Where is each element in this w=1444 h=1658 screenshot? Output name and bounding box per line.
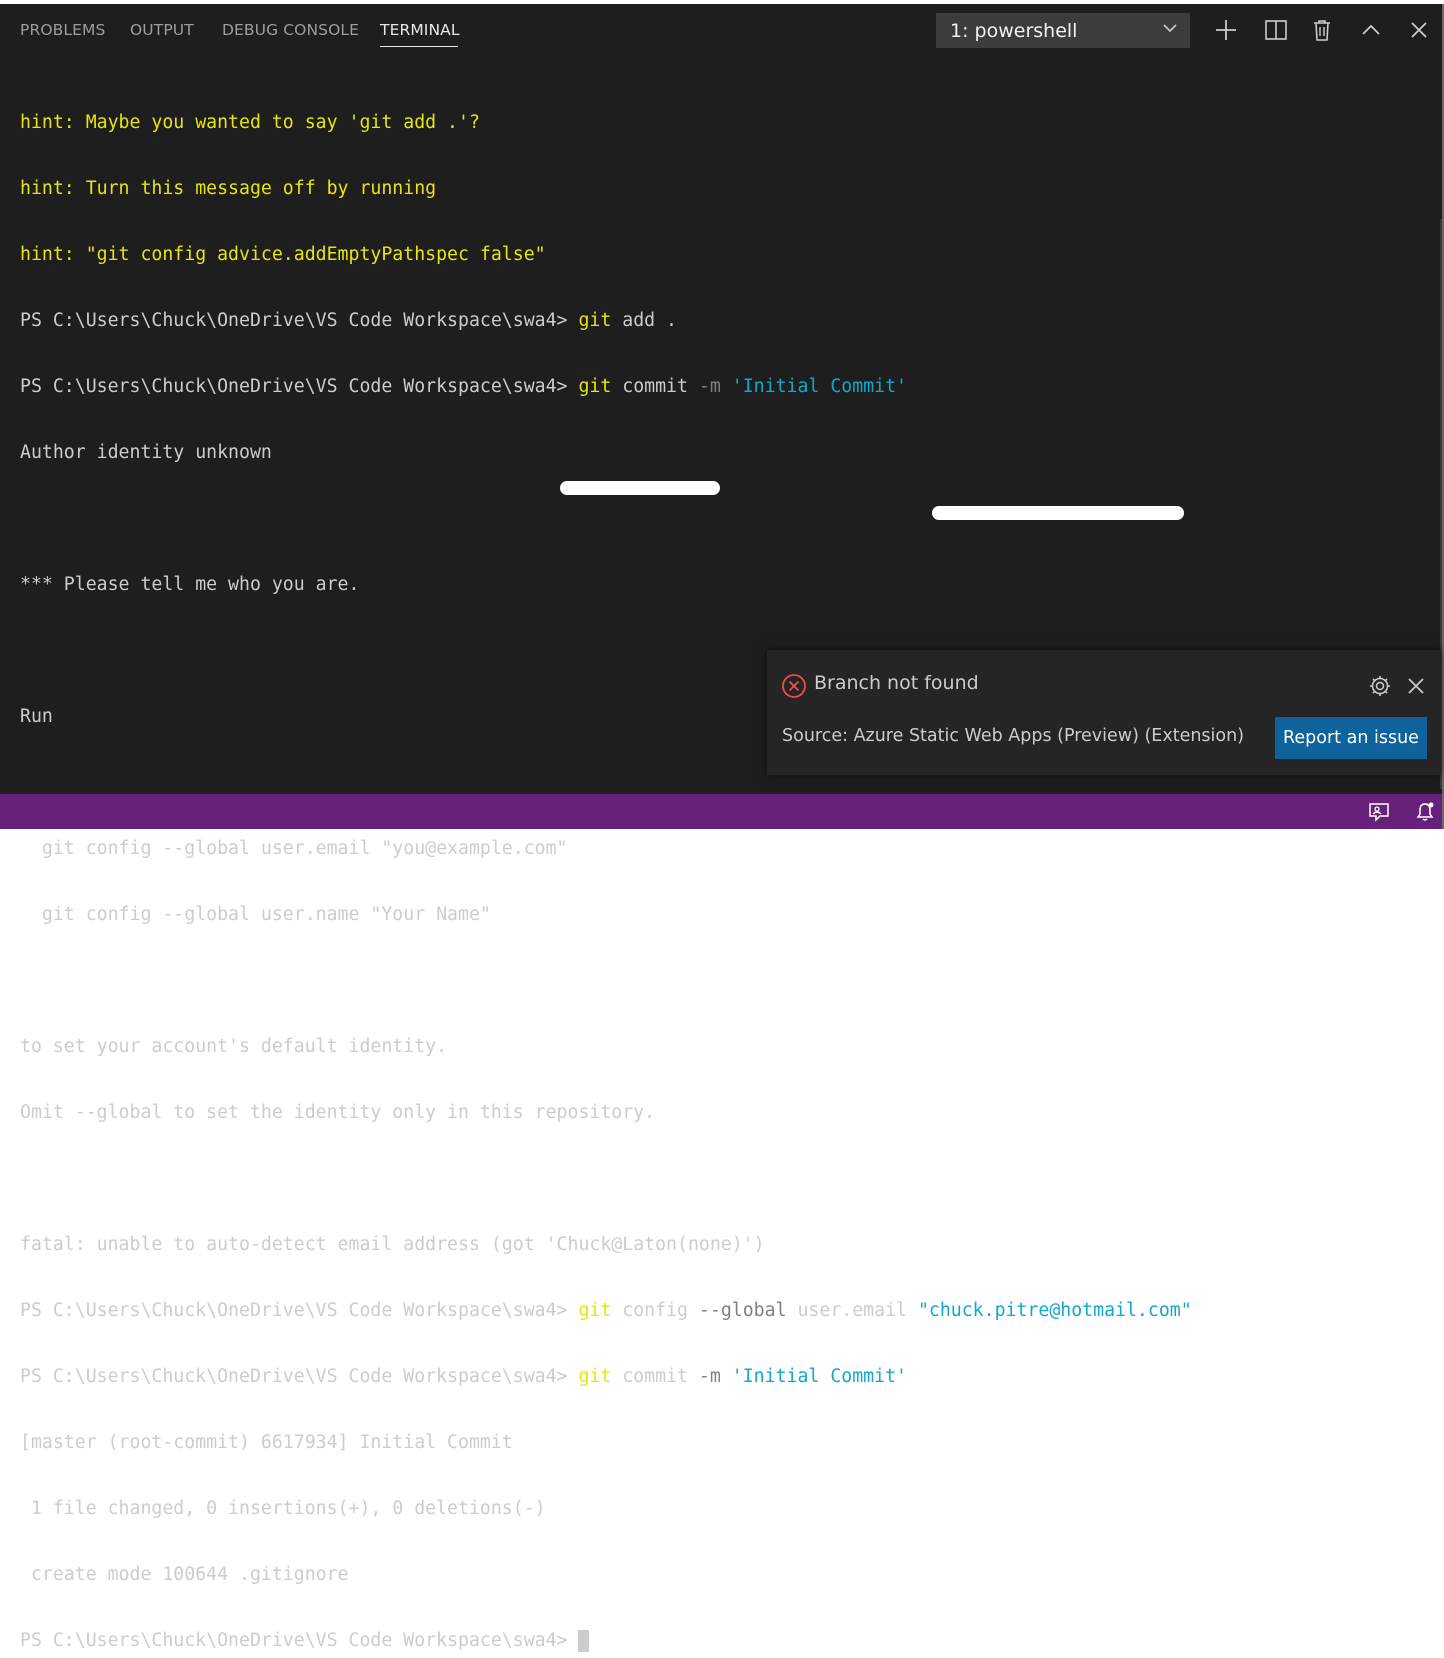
command: git (578, 1366, 612, 1387)
report-issue-button[interactable]: Report an issue (1275, 717, 1427, 759)
terminal-line: *** Please tell me who you are. (20, 574, 360, 595)
command-args: config (611, 1300, 699, 1321)
terminal-line: to set your account's default identity. (20, 1036, 448, 1057)
terminal-select-value: 1: powershell (950, 20, 1078, 42)
gear-icon[interactable] (1368, 674, 1392, 698)
terminal-line: [master (root-commit) 6617934] Initial C… (20, 1432, 513, 1453)
terminal-line: git config --global user.email "you@exam… (20, 838, 568, 859)
prompt: PS C:\Users\Chuck\OneDrive\VS Code Works… (20, 310, 568, 331)
terminal-line: Omit --global to set the identity only i… (20, 1102, 656, 1123)
terminal-blank (20, 507, 1420, 531)
terminal-line: hint: "git config advice.addEmptyPathspe… (20, 244, 546, 265)
command: git (578, 1300, 612, 1321)
fatal-text: fatal: unable to auto-detect email addre… (20, 1234, 557, 1255)
split-terminal-icon[interactable] (1264, 18, 1288, 42)
tab-problems[interactable]: PROBLEMS (20, 21, 105, 39)
vscode-window: PROBLEMS OUTPUT DEBUG CONSOLE TERMINAL 1… (0, 4, 1444, 1652)
terminal-line: PS C:\Users\Chuck\OneDrive\VS Code Works… (20, 309, 1420, 333)
terminal-line: Author identity unknown (20, 442, 272, 463)
command-args: user.email (786, 1300, 918, 1321)
prompt: PS C:\Users\Chuck\OneDrive\VS Code Works… (20, 1630, 568, 1651)
status-bar (0, 794, 1442, 829)
terminal-line: hint: Maybe you wanted to say 'git add .… (20, 112, 480, 133)
terminal-line: create mode 100644 .gitignore (20, 1564, 349, 1585)
active-tab-indicator (380, 46, 458, 47)
notification-toast: Branch not found Source: Azure Static We… (767, 650, 1441, 775)
chevron-up-icon[interactable] (1359, 18, 1383, 42)
terminal-select[interactable]: 1: powershell (936, 13, 1190, 48)
terminal-output[interactable]: hint: Maybe you wanted to say 'git add .… (20, 69, 1420, 1652)
command-string: 'Initial Commit' (731, 376, 907, 397)
tab-output[interactable]: OUTPUT (130, 21, 194, 39)
new-terminal-plus-icon[interactable] (1214, 18, 1238, 42)
command-string-redacted: "chuck.pitre@hotmail.com" (917, 1300, 1192, 1321)
chevron-down-icon (1163, 24, 1177, 33)
redaction-mark (560, 481, 720, 495)
command-flag: -m (698, 1366, 721, 1387)
command-flag: --global (698, 1300, 787, 1321)
prompt: PS C:\Users\Chuck\OneDrive\VS Code Works… (20, 1366, 568, 1387)
notification-bell-icon[interactable] (1414, 801, 1436, 823)
command: git (578, 310, 612, 331)
terminal-line: git config --global user.name "Your Name… (20, 904, 491, 925)
command: git (578, 376, 612, 397)
command-args: add . (611, 310, 678, 331)
terminal-line: PS C:\Users\Chuck\OneDrive\VS Code Works… (20, 1365, 1420, 1389)
terminal-blank (20, 1167, 1420, 1191)
terminal-blank (20, 969, 1420, 993)
close-notification-icon[interactable] (1407, 677, 1425, 695)
terminal-line: PS C:\Users\Chuck\OneDrive\VS Code Works… (20, 375, 1420, 399)
command-flag: -m (698, 376, 721, 397)
command-args: commit (611, 1366, 699, 1387)
terminal-line: PS C:\Users\Chuck\OneDrive\VS Code Works… (20, 1299, 1420, 1323)
terminal-line: 1 file changed, 0 insertions(+), 0 delet… (20, 1498, 546, 1519)
panel-header: PROBLEMS OUTPUT DEBUG CONSOLE TERMINAL 1… (0, 4, 1442, 60)
notification-message: Branch not found (814, 672, 979, 694)
terminal-cursor (578, 1630, 590, 1652)
redaction-mark (932, 506, 1184, 520)
close-panel-icon[interactable] (1407, 18, 1431, 42)
tab-terminal[interactable]: TERMINAL (380, 21, 460, 39)
fatal-text-end: )') (731, 1234, 765, 1255)
command-string: 'Initial Commit' (731, 1366, 907, 1387)
terminal-line: PS C:\Users\Chuck\OneDrive\VS Code Works… (20, 1629, 1420, 1653)
redacted-text: Chuck@Laton(none (556, 1234, 732, 1255)
prompt: PS C:\Users\Chuck\OneDrive\VS Code Works… (20, 1300, 568, 1321)
command-args: commit (611, 376, 699, 397)
terminal-line: fatal: unable to auto-detect email addre… (20, 1233, 1420, 1257)
trash-icon[interactable] (1310, 18, 1334, 42)
feedback-person-icon[interactable] (1368, 802, 1390, 824)
tab-debug-console[interactable]: DEBUG CONSOLE (222, 21, 359, 39)
notification-source: Source: Azure Static Web Apps (Preview) … (782, 726, 1245, 746)
error-circle-icon (782, 674, 806, 698)
prompt: PS C:\Users\Chuck\OneDrive\VS Code Works… (20, 376, 568, 397)
terminal-line: hint: Turn this message off by running (20, 178, 437, 199)
